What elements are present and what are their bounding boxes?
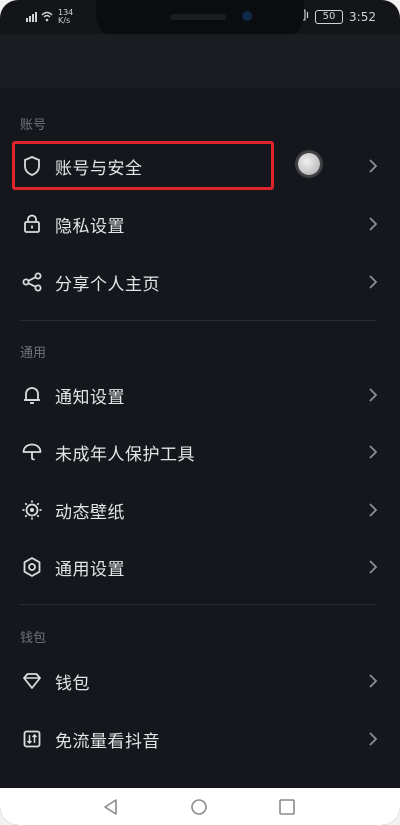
status-left: 134 K/s bbox=[26, 9, 73, 25]
chevron-right-icon bbox=[366, 440, 380, 464]
net-speed: 134 K/s bbox=[58, 9, 73, 25]
front-camera bbox=[240, 9, 254, 23]
section-divider bbox=[20, 320, 377, 321]
hexagon-settings-icon bbox=[20, 555, 44, 579]
settings-item-privacy[interactable]: 隐私设置 bbox=[0, 196, 400, 252]
highlight-box bbox=[12, 141, 274, 190]
settings-item-label: 钱包 bbox=[55, 674, 90, 694]
settings-item-label: 通知设置 bbox=[55, 388, 125, 408]
battery-indicator: 50 bbox=[315, 9, 344, 24]
settings-item-minor-protection[interactable]: 未成年人保护工具 bbox=[0, 424, 400, 480]
settings-item-label: 隐私设置 bbox=[55, 217, 125, 237]
status-right: 50 3:52 bbox=[295, 9, 376, 24]
settings-item-label: 分享个人主页 bbox=[55, 275, 160, 295]
share-icon bbox=[20, 270, 44, 294]
recent-apps-icon[interactable] bbox=[277, 798, 297, 816]
earpiece-speaker bbox=[170, 14, 226, 20]
chevron-right-icon bbox=[366, 383, 380, 407]
settings-item-label: 未成年人保护工具 bbox=[55, 445, 195, 465]
chevron-right-icon bbox=[366, 270, 380, 294]
chevron-right-icon bbox=[366, 154, 380, 178]
settings-item-share-profile[interactable]: 分享个人主页 bbox=[0, 254, 400, 310]
settings-item-general-settings[interactable]: 通用设置 bbox=[0, 539, 400, 595]
phone-screen: 134 K/s 50 3:52 账号 账号与安全 隐私设置 分享个人主页 通用 … bbox=[0, 0, 400, 825]
home-icon[interactable] bbox=[189, 798, 209, 816]
settings-item-wallet[interactable]: 钱包 bbox=[0, 653, 400, 709]
settings-item-notifications[interactable]: 通知设置 bbox=[0, 367, 400, 423]
settings-item-label: 免流量看抖音 bbox=[55, 732, 160, 752]
settings-item-free-data[interactable]: 免流量看抖音 bbox=[0, 711, 400, 767]
chevron-right-icon bbox=[366, 212, 380, 236]
clock: 3:52 bbox=[349, 9, 376, 24]
net-speed-unit: K/s bbox=[58, 16, 71, 25]
section-header-wallet: 钱包 bbox=[20, 631, 47, 646]
touch-indicator bbox=[298, 153, 320, 175]
data-plan-icon bbox=[20, 727, 44, 751]
section-header-account: 账号 bbox=[20, 118, 47, 133]
settings-item-live-wallpaper[interactable]: 动态壁纸 bbox=[0, 482, 400, 538]
chevron-right-icon bbox=[366, 498, 380, 522]
system-navigation-bar bbox=[0, 788, 400, 825]
bell-icon bbox=[20, 383, 44, 407]
chevron-right-icon bbox=[366, 669, 380, 693]
section-header-general: 通用 bbox=[20, 346, 47, 361]
settings-item-label: 动态壁纸 bbox=[55, 503, 125, 523]
wallpaper-icon bbox=[20, 498, 44, 522]
chevron-right-icon bbox=[366, 555, 380, 579]
back-icon[interactable] bbox=[101, 798, 121, 816]
settings-item-label: 通用设置 bbox=[55, 560, 125, 580]
chevron-right-icon bbox=[366, 727, 380, 751]
umbrella-icon bbox=[20, 440, 44, 464]
section-divider bbox=[20, 604, 377, 605]
lock-icon bbox=[20, 212, 44, 236]
top-bar bbox=[0, 34, 400, 88]
diamond-icon bbox=[20, 669, 44, 693]
signal-icon bbox=[26, 10, 54, 25]
